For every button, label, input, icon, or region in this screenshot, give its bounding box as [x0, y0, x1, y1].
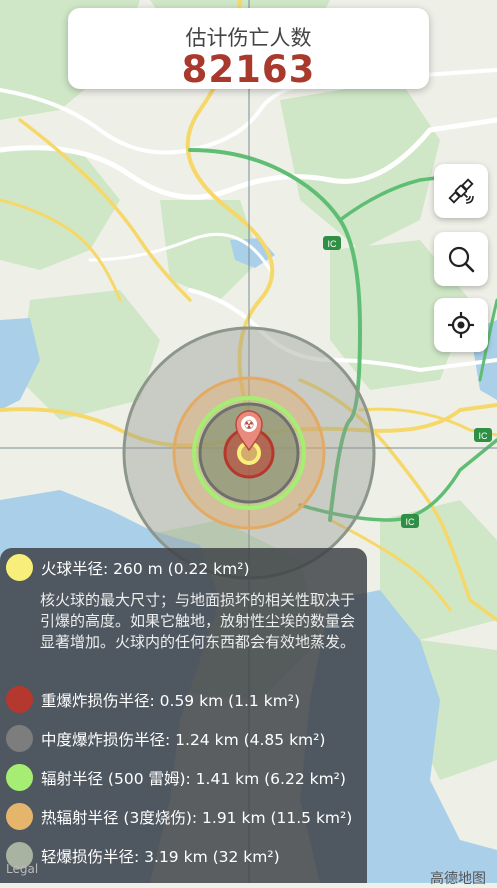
fireball-description: 核火球的最大尺寸；与地面损坏的相关性取决于引爆的高度。如果它触地，放射性尘埃的数…	[40, 591, 356, 651]
thermal-label: 热辐射半径 (3度烧伤): 1.91 km (11.5 km²)	[41, 808, 353, 827]
legend-item-thermal[interactable]: 热辐射半径 (3度烧伤): 1.91 km (11.5 km²)	[6, 803, 352, 830]
thermal-swatch	[6, 803, 33, 830]
legend-item-fireball[interactable]: 火球半径: 260 m (0.22 km²)	[6, 554, 250, 581]
search-icon	[448, 246, 475, 273]
radiation-icon: ☢	[244, 418, 255, 432]
legend-item-light-blast[interactable]: 轻爆损伤半径: 3.19 km (32 km²)	[6, 842, 280, 869]
ic-badge: IC	[328, 239, 338, 249]
legend-item-heavy-blast[interactable]: 重爆炸损伤半径: 0.59 km (1.1 km²)	[6, 686, 300, 713]
locate-icon	[448, 312, 474, 338]
satellite-icon	[448, 178, 474, 204]
light-blast-label: 轻爆损伤半径: 3.19 km (32 km²)	[41, 847, 280, 866]
legend-item-moderate-blast[interactable]: 中度爆炸损伤半径: 1.24 km (4.85 km²)	[6, 725, 325, 752]
fireball-label: 火球半径: 260 m (0.22 km²)	[41, 559, 250, 578]
locate-button[interactable]	[434, 298, 488, 352]
heavy-blast-swatch	[6, 686, 33, 713]
legal-link[interactable]: Legal	[6, 862, 38, 876]
ic-badge: IC	[479, 431, 489, 441]
fireball-swatch	[6, 554, 33, 581]
radiation-swatch	[6, 764, 33, 791]
satellite-button[interactable]	[434, 164, 488, 218]
legend-item-radiation[interactable]: 辐射半径 (500 雷姆): 1.41 km (6.22 km²)	[6, 764, 346, 791]
blast-rings	[122, 326, 376, 580]
moderate-blast-swatch	[6, 725, 33, 752]
casualty-card: 估计伤亡人数 82163	[68, 8, 429, 91]
radiation-label: 辐射半径 (500 雷姆): 1.41 km (6.22 km²)	[41, 769, 346, 788]
map-brand-logo: 高德地图	[430, 871, 486, 887]
moderate-blast-label: 中度爆炸损伤半径: 1.24 km (4.85 km²)	[41, 730, 326, 749]
blast-legend-panel[interactable]: 火球半径: 260 m (0.22 km²) 核火球的最大尺寸；与地面损坏的相关…	[0, 548, 367, 883]
casualty-count: 82163	[181, 48, 316, 91]
ic-badge: IC	[406, 517, 416, 527]
heavy-blast-label: 重爆炸损伤半径: 0.59 km (1.1 km²)	[41, 691, 301, 710]
search-button[interactable]	[434, 232, 488, 286]
